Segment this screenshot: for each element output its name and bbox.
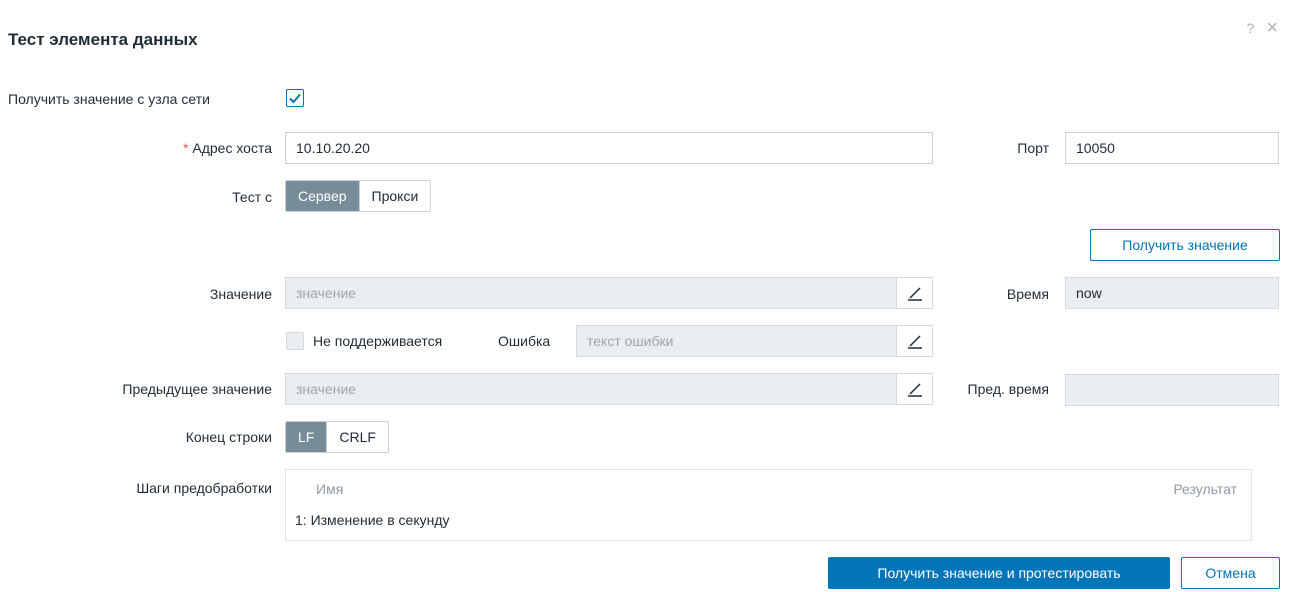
test-with-server[interactable]: Сервер bbox=[286, 181, 359, 211]
pencil-icon bbox=[907, 335, 922, 349]
table-row: 1: Изменение в секунду bbox=[295, 512, 450, 528]
edit-error-button[interactable] bbox=[896, 326, 932, 356]
test-with-proxy[interactable]: Прокси bbox=[358, 181, 431, 211]
prev-time-label: Пред. время bbox=[967, 381, 1050, 397]
dialog-title: Тест элемента данных bbox=[8, 30, 198, 49]
value-label: Значение bbox=[209, 286, 272, 302]
test-with-label: Тест с bbox=[232, 189, 272, 205]
checkmark-icon bbox=[289, 93, 301, 104]
close-icon[interactable]: × bbox=[1266, 18, 1278, 38]
error-field[interactable]: текст ошибки bbox=[576, 325, 933, 357]
cancel-button[interactable]: Отмена bbox=[1181, 557, 1280, 589]
eol-label: Конец строки bbox=[185, 429, 272, 445]
not-supported-checkbox[interactable] bbox=[286, 332, 304, 350]
not-supported-label: Не поддерживается bbox=[313, 333, 443, 349]
value-field[interactable]: значение bbox=[285, 277, 933, 309]
host-address-label: * Адрес хоста bbox=[183, 140, 272, 156]
time-field[interactable]: now bbox=[1065, 277, 1279, 309]
preprocessing-table: Имя Результат 1: Изменение в секунду bbox=[285, 469, 1252, 541]
test-with-toggle: Сервер Прокси bbox=[285, 180, 432, 212]
pencil-icon bbox=[907, 287, 922, 301]
get-from-host-checkbox[interactable] bbox=[286, 89, 304, 107]
dialog-header-icons: ? × bbox=[1247, 18, 1278, 38]
prev-value-label: Предыдущее значение bbox=[122, 381, 272, 397]
get-from-host-label: Получить значение с узла сети bbox=[8, 91, 210, 107]
eol-toggle: LF CRLF bbox=[285, 421, 389, 453]
prev-value-placeholder: значение bbox=[296, 381, 357, 397]
edit-prev-value-button[interactable] bbox=[896, 374, 932, 404]
host-address-label-text: Адрес хоста bbox=[192, 140, 272, 156]
required-mark: * bbox=[183, 140, 189, 156]
get-value-and-test-button[interactable]: Получить значение и протестировать bbox=[828, 557, 1170, 589]
prev-value-field[interactable]: значение bbox=[285, 373, 933, 405]
eol-lf[interactable]: LF bbox=[286, 422, 327, 452]
host-address-input[interactable] bbox=[285, 132, 933, 164]
value-placeholder: значение bbox=[296, 285, 357, 301]
error-placeholder: текст ошибки bbox=[587, 333, 674, 349]
prev-time-field[interactable] bbox=[1065, 374, 1279, 406]
preprocessing-label: Шаги предобработки bbox=[136, 480, 272, 496]
get-value-button[interactable]: Получить значение bbox=[1090, 229, 1280, 261]
pencil-icon bbox=[907, 383, 922, 397]
column-header-name: Имя bbox=[316, 481, 344, 497]
time-label: Время bbox=[1006, 286, 1049, 302]
port-label: Порт bbox=[1017, 140, 1049, 156]
port-input[interactable] bbox=[1065, 132, 1279, 164]
column-header-result: Результат bbox=[1173, 481, 1237, 497]
edit-value-button[interactable] bbox=[896, 278, 932, 308]
error-label: Ошибка bbox=[498, 333, 551, 349]
test-item-dialog: Тест элемента данных ? × Получить значен… bbox=[0, 0, 1290, 592]
eol-crlf[interactable]: CRLF bbox=[326, 422, 388, 452]
help-icon[interactable]: ? bbox=[1247, 20, 1255, 36]
